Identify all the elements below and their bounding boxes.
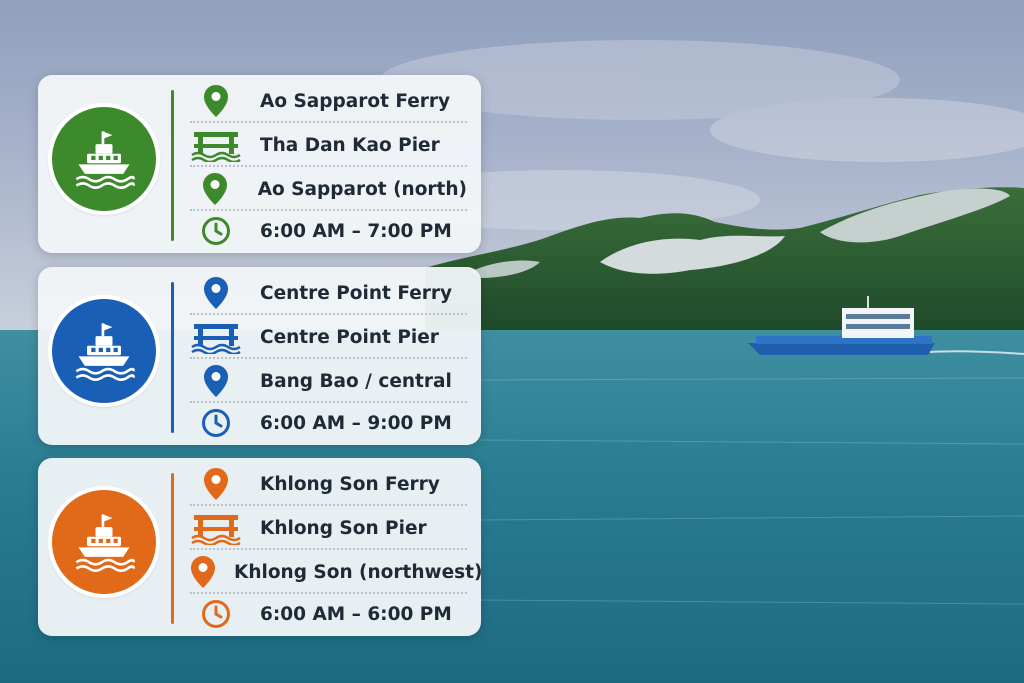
clock-icon (190, 405, 242, 441)
pier-row: Tha Dan Kao Pier (190, 123, 467, 167)
area-row: Bang Bao / central (190, 359, 467, 403)
operating-hours: 6:00 AM – 7:00 PM (260, 220, 452, 242)
area-name: Ao Sapparot (north) (257, 178, 467, 200)
location-pin-icon (190, 363, 242, 399)
ferry-name-row: Khlong Son Ferry (190, 462, 467, 506)
ferry-name: Centre Point Ferry (260, 282, 453, 304)
hours-row: 6:00 AM – 6:00 PM (190, 592, 467, 636)
ferry-icon (52, 299, 156, 403)
ferry-icon (52, 107, 156, 211)
area-row: Ao Sapparot (north) (190, 167, 467, 211)
location-pin-icon (190, 466, 242, 502)
pier-row: Khlong Son Pier (190, 506, 467, 550)
location-pin-icon (190, 83, 242, 119)
clock-icon (190, 213, 242, 249)
location-pin-icon (190, 275, 242, 311)
ferry-card-khlong-son: Khlong Son Ferry Khlong Son Pier Khlong … (38, 458, 482, 636)
divider-line (171, 90, 174, 241)
location-pin-icon (190, 554, 216, 590)
area-name: Bang Bao / central (260, 370, 452, 392)
pier-name: Tha Dan Kao Pier (260, 134, 440, 156)
operating-hours: 6:00 AM – 9:00 PM (260, 412, 452, 434)
area-row: Khlong Son (northwest) (190, 550, 482, 594)
area-name: Khlong Son (northwest) (234, 561, 483, 583)
pier-icon (190, 510, 242, 546)
pier-icon (190, 319, 242, 355)
divider-line (171, 282, 174, 433)
ferry-name-row: Ao Sapparot Ferry (190, 79, 467, 123)
location-pin-icon (190, 171, 240, 207)
operating-hours: 6:00 AM – 6:00 PM (260, 603, 452, 625)
ferry-card-centre-point: Centre Point Ferry Centre Point Pier Ban… (38, 267, 481, 445)
hours-row: 6:00 AM – 9:00 PM (190, 401, 467, 445)
pier-icon (190, 127, 242, 163)
ferry-name-row: Centre Point Ferry (190, 271, 467, 315)
pier-row: Centre Point Pier (190, 315, 467, 359)
ferry-name: Khlong Son Ferry (260, 473, 440, 495)
pier-name: Khlong Son Pier (260, 517, 427, 539)
divider-line (171, 473, 174, 624)
clock-icon (190, 596, 242, 632)
pier-name: Centre Point Pier (260, 326, 439, 348)
ferry-card-ao-sapparot: Ao Sapparot Ferry Tha Dan Kao Pier Ao Sa… (38, 75, 481, 253)
hours-row: 6:00 AM – 7:00 PM (190, 209, 467, 253)
ferry-icon (52, 490, 156, 594)
ferry-name: Ao Sapparot Ferry (260, 90, 451, 112)
